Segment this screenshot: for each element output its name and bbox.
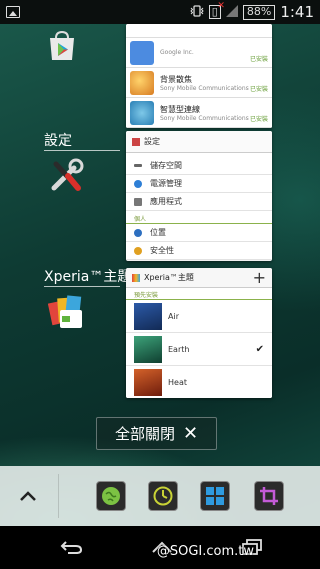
list-item[interactable]: 位置 — [126, 224, 272, 242]
apps-icon — [134, 197, 142, 206]
list-item[interactable]: 安全性 — [126, 242, 272, 260]
list-item[interactable]: 背景散焦 Sony Mobile Communications 已安裝 — [126, 68, 272, 98]
card-title: 設定 — [144, 137, 160, 146]
expand-up-button[interactable] — [14, 484, 42, 508]
list-item[interactable]: 電源管理 — [126, 175, 272, 193]
tools-icon[interactable] — [48, 158, 84, 194]
app-thumbnail-icon — [130, 40, 154, 65]
section-header: 個人 — [126, 211, 272, 224]
themes-card-header: Xperia™主題 + — [126, 268, 272, 288]
item-title: 智慧型連線 — [160, 104, 200, 114]
theme-name: Earth — [168, 344, 190, 354]
list-item[interactable]: Earth ✔ — [126, 333, 272, 366]
list-item[interactable]: 應用程式 — [126, 193, 272, 211]
crop-icon[interactable] — [254, 481, 284, 511]
add-icon[interactable]: + — [253, 269, 266, 286]
status-badge: 已安裝 — [249, 56, 268, 63]
checkmark-icon: ✔ — [255, 343, 264, 355]
signal-icon — [225, 4, 238, 20]
list-item[interactable] — [126, 24, 272, 38]
image-notification-icon — [6, 6, 20, 18]
app-label-themes: Xperia™主題 — [44, 269, 132, 285]
small-apps-bar — [0, 466, 320, 526]
item-label: 位置 — [150, 228, 166, 237]
theme-name: Air — [168, 311, 179, 321]
app-thumbnail-icon — [130, 100, 154, 125]
settings-card[interactable]: 設定 儲存空間 電源管理 應用程式 個人 位置 安全性 — [126, 131, 272, 261]
theme-name: Heat — [168, 377, 187, 387]
xperia-themes-icon[interactable] — [47, 294, 88, 330]
card-title: Xperia™主題 — [144, 273, 194, 282]
app-thumbnail-icon — [130, 70, 154, 95]
item-label: 儲存空間 — [150, 161, 182, 170]
item-subtitle: Sony Mobile Communications — [160, 114, 249, 122]
sim-missing-icon: ▯ ✕ — [208, 1, 225, 19]
clock: 1:41 — [280, 3, 314, 21]
item-label: 電源管理 — [150, 179, 182, 188]
location-icon — [134, 228, 142, 237]
timer-icon[interactable] — [148, 481, 178, 511]
divider — [44, 150, 120, 151]
status-badge: 已安裝 — [249, 116, 268, 123]
divider — [58, 474, 59, 518]
section-header: 預先安裝 — [126, 288, 272, 300]
list-item[interactable]: Google Inc. 已安裝 — [126, 38, 272, 68]
battery-indicator: 88% — [242, 4, 276, 20]
status-bar: ▯ ✕ 88% 1:41 — [0, 0, 320, 24]
divider — [44, 286, 120, 287]
list-item[interactable]: 智慧型連線 Sony Mobile Communications 已安裝 — [126, 98, 272, 128]
watermark: @SOGI.com.tw — [156, 544, 254, 559]
status-badge: 已安裝 — [249, 86, 268, 93]
item-label: 安全性 — [150, 246, 174, 255]
list-item[interactable]: 儲存空間 — [126, 157, 272, 175]
play-store-card[interactable]: Google Inc. 已安裝 背景散焦 Sony Mobile Communi… — [126, 24, 272, 128]
item-subtitle: Sony Mobile Communications — [160, 84, 249, 92]
settings-card-header: 設定 — [126, 131, 272, 153]
themes-card[interactable]: Xperia™主題 + 預先安裝 Air Earth ✔ Heat — [126, 268, 272, 398]
list-item[interactable]: Air — [126, 300, 272, 333]
close-icon: ✕ — [182, 423, 199, 444]
item-subtitle: Google Inc. — [160, 49, 194, 56]
theme-thumbnail — [134, 302, 162, 330]
settings-small-icon — [132, 137, 140, 146]
list-item[interactable]: Heat — [126, 366, 272, 398]
close-all-label: 全部關閉 — [114, 425, 175, 443]
theme-thumbnail — [134, 335, 162, 363]
item-label: 應用程式 — [150, 197, 182, 206]
back-icon[interactable] — [58, 536, 86, 558]
item-title: 背景散焦 — [160, 74, 192, 84]
power-icon — [134, 179, 142, 188]
app-label-settings: 設定 — [44, 133, 72, 149]
security-icon — [134, 246, 142, 255]
theme-thumbnail — [134, 368, 162, 396]
close-all-button[interactable]: 全部關閉 ✕ — [96, 417, 217, 450]
calculator-icon[interactable] — [200, 481, 230, 511]
play-store-icon[interactable] — [46, 30, 78, 62]
vibrate-icon — [190, 4, 204, 21]
globe-icon[interactable] — [96, 481, 126, 511]
storage-icon — [134, 164, 142, 167]
themes-small-icon — [132, 273, 140, 282]
